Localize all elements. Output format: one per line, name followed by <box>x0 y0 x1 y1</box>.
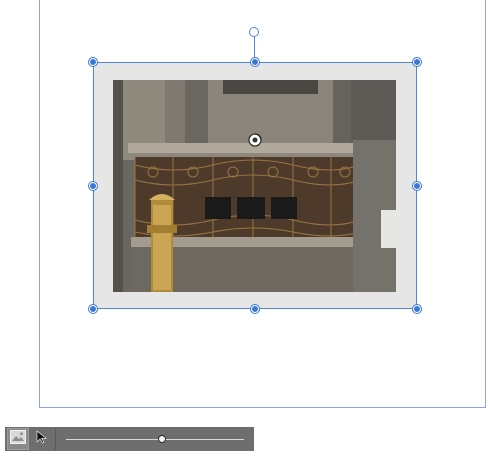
rotate-handle[interactable] <box>249 27 259 37</box>
zoom-slider-thumb[interactable] <box>158 435 167 443</box>
image-tool-button[interactable] <box>7 428 29 450</box>
resize-handle-top-right[interactable] <box>413 58 421 66</box>
image-icon <box>10 429 26 449</box>
toolbar-divider <box>55 428 56 450</box>
resize-handle-top[interactable] <box>251 58 259 66</box>
resize-handle-right[interactable] <box>413 182 421 190</box>
resize-handle-left[interactable] <box>89 182 97 190</box>
pointer-tool-button[interactable] <box>31 428 53 450</box>
tomb-photo[interactable] <box>113 80 396 292</box>
resize-handle-bottom[interactable] <box>251 305 259 313</box>
zoom-slider[interactable] <box>66 428 244 450</box>
resize-handle-bottom-right[interactable] <box>413 305 421 313</box>
bottom-toolbar <box>5 427 254 451</box>
pointer-icon <box>36 429 48 449</box>
zoom-slider-track <box>66 439 244 440</box>
resize-handle-top-left[interactable] <box>89 58 97 66</box>
resize-handle-bottom-left[interactable] <box>89 305 97 313</box>
rotation-pivot-icon[interactable] <box>248 133 262 147</box>
